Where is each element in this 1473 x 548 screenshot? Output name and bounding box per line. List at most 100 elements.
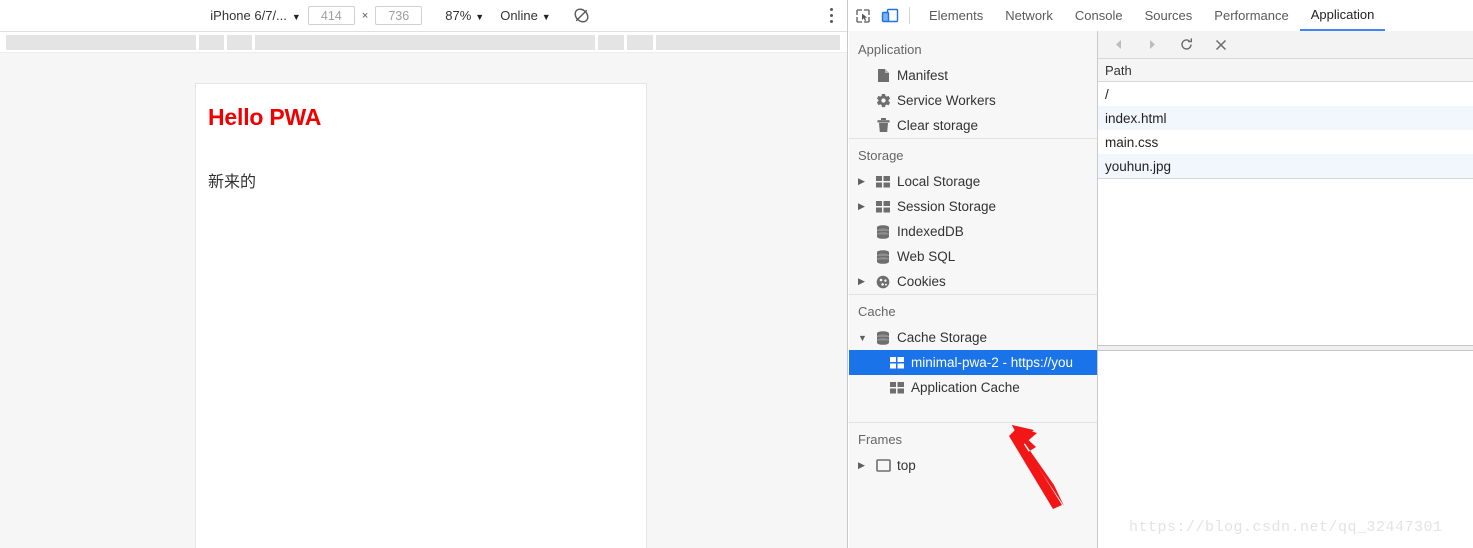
sidebar-item-cache-storage[interactable]: ▼ Cache Storage [849,325,1097,350]
sidebar-item-web-sql[interactable]: ▶ Web SQL [849,244,1097,269]
page-title: Hello PWA [208,104,322,130]
table-row[interactable]: index.html [1098,106,1473,130]
dot [829,8,833,11]
sidebar-item-label: Web SQL [897,249,956,264]
chevron-down-icon: ▼ [475,11,485,22]
viewport-width-input[interactable]: 414 [307,6,355,25]
tab-console[interactable]: Console [1064,1,1134,31]
sidebar-item-service-workers[interactable]: Service Workers [849,88,1097,113]
devtools-body: Application Manifest Service Workers Cle… [849,31,1473,548]
ruler-segment [227,35,252,50]
ruler-segment [255,35,595,50]
viewport-ruler[interactable] [0,32,847,53]
cache-entries-body: / index.html main.css youhun.jpg [1098,82,1473,179]
toolbar-divider [909,7,910,24]
expand-triangle-icon[interactable]: ▶ [858,176,872,187]
sidebar-item-label: Manifest [897,68,949,83]
sidebar-item-label: Cache Storage [897,330,988,345]
sidebar-item-local-storage[interactable]: ▶ Local Storage [849,169,1097,194]
devtools-tabbar: Elements Network Console Sources Perform… [849,0,1473,32]
sidebar-item-manifest[interactable]: Manifest [849,63,1097,88]
expand-triangle-icon[interactable]: ▶ [858,201,872,212]
database-icon [872,330,894,345]
chevron-down-icon: ▼ [541,11,551,22]
dimension-separator: × [361,9,369,22]
ruler-segment [199,35,224,50]
network-throttle-dropdown[interactable]: Online ▼ [500,8,551,23]
sidebar-item-label: top [897,458,916,473]
delete-x-icon[interactable] [1212,36,1229,53]
sidebar-item-label: Application Cache [911,380,1020,395]
sidebar-section-cache: Cache [849,294,1097,325]
tab-performance[interactable]: Performance [1203,1,1299,31]
more-options-icon[interactable] [829,0,833,31]
page-paragraph: 新来的 [208,174,257,191]
tab-elements[interactable]: Elements [918,1,994,31]
sidebar-section-frames: Frames [849,422,1097,453]
ruler-segment [656,35,840,50]
screenshot-root: iPhone 6/7/... ▼ 414 × 736 87% ▼ Online … [0,0,1473,548]
application-sidebar-tree[interactable]: Application Manifest Service Workers Cle… [849,31,1098,548]
chevron-down-icon: ▼ [291,11,301,22]
zoom-level-label: 87% [445,8,472,23]
tab-application[interactable]: Application [1299,1,1386,31]
frame-icon [872,459,894,472]
document-icon [872,68,894,83]
expand-triangle-icon[interactable]: ▶ [858,276,872,287]
table-icon [886,381,908,394]
collapse-triangle-icon[interactable]: ▼ [858,333,872,343]
sidebar-item-cookies[interactable]: ▶ Cookies [849,269,1097,294]
sidebar-item-clear-storage[interactable]: Clear storage [849,113,1097,138]
refresh-icon[interactable] [1178,36,1195,53]
column-header-path[interactable]: Path [1098,59,1473,82]
cache-toolbar [1098,31,1473,59]
expand-triangle-icon[interactable]: ▶ [858,460,872,471]
sidebar-item-frame-top[interactable]: ▶ top [849,453,1097,478]
tab-network[interactable]: Network [994,1,1064,31]
toggle-device-toolbar-icon[interactable] [876,0,903,31]
forward-arrow-icon[interactable] [1144,36,1161,53]
cookie-icon [872,275,894,289]
table-row[interactable]: youhun.jpg [1098,154,1473,178]
sidebar-item-session-storage[interactable]: ▶ Session Storage [849,194,1097,219]
cache-entries-grid[interactable]: Path / index.html main.css youhun.jpg [1098,59,1473,346]
sidebar-section-application: Application [858,42,922,57]
sidebar-item-label: minimal-pwa-2 - https://you [911,355,1074,370]
ruler-segment [598,35,624,50]
table-icon [886,356,908,369]
zoom-dropdown[interactable]: 87% ▼ [445,8,484,23]
sidebar-item-application-cache[interactable]: Application Cache [849,375,1097,400]
dot [829,20,833,23]
dot [829,14,833,17]
viewport-height-input[interactable]: 736 [375,6,423,25]
network-condition-label: Online [500,8,538,23]
gear-icon [872,93,894,108]
device-toolbar: iPhone 6/7/... ▼ 414 × 736 87% ▼ Online … [0,0,847,32]
device-viewport[interactable]: Hello PWA 新来的 [195,83,647,548]
sidebar-item-indexeddb[interactable]: ▶ IndexedDB [849,219,1097,244]
watermark-url: https://blog.csdn.net/qq_32447301 [1129,519,1443,536]
sidebar-item-cache-minimal-pwa-2[interactable]: minimal-pwa-2 - https://you [849,350,1097,375]
cache-content-panel: Path / index.html main.css youhun.jpg [1098,31,1473,548]
device-preset-dropdown[interactable]: iPhone 6/7/... ▼ [210,8,301,23]
sidebar-item-label: Service Workers [897,93,996,108]
spacer: ▶ [858,226,872,237]
sidebar-item-label: Session Storage [897,199,997,214]
database-icon [872,224,894,239]
inspect-element-icon[interactable] [849,0,876,31]
ruler-segment [6,35,196,50]
back-arrow-icon[interactable] [1110,36,1127,53]
rotate-icon[interactable] [573,7,590,24]
spacer: ▶ [858,251,872,262]
device-toolbar-controls: iPhone 6/7/... ▼ 414 × 736 87% ▼ Online … [0,0,800,31]
table-icon [872,200,894,213]
device-preset-label: iPhone 6/7/... [210,8,287,23]
cache-entry-preview [1098,351,1473,545]
sidebar-item-label: Local Storage [897,174,981,189]
table-row[interactable]: / [1098,82,1473,106]
tab-sources[interactable]: Sources [1134,1,1204,31]
sidebar-item-label: Clear storage [897,118,979,133]
table-icon [872,175,894,188]
sidebar-item-label: IndexedDB [897,224,964,239]
table-row[interactable]: main.css [1098,130,1473,154]
